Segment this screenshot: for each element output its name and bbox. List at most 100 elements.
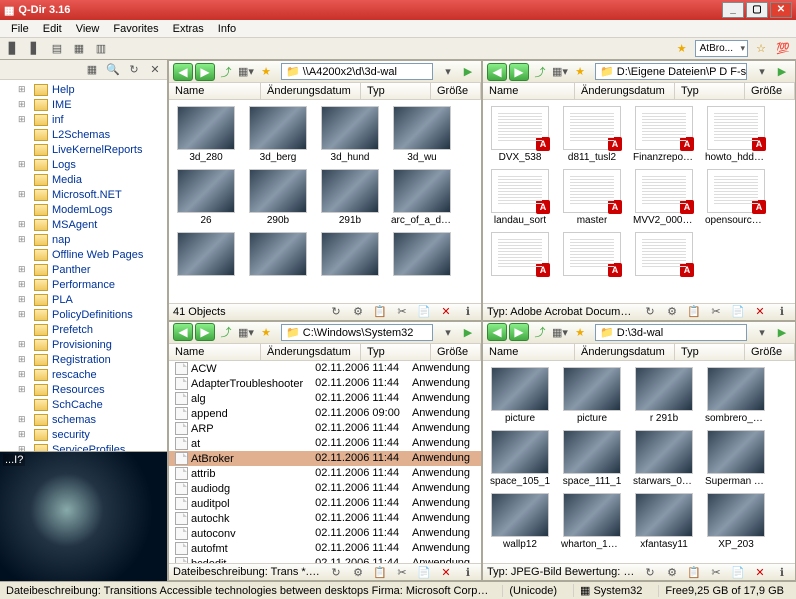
view-icon[interactable]: ▦▾ (237, 63, 255, 81)
file-row[interactable]: autochk02.11.2006 11:44Anwendung625 KB (169, 511, 481, 526)
thumb-item[interactable]: DVX_538 (489, 106, 551, 163)
tree-item[interactable]: Media (8, 172, 167, 187)
pane-body[interactable]: ACW02.11.2006 11:44Anwendung80 KBAdapter… (169, 361, 481, 564)
pane-body[interactable]: picturepicturer 291bsombrero_hst_bigspac… (483, 361, 795, 564)
nav-forward-icon[interactable]: ▶ (509, 323, 529, 341)
thumb-item[interactable]: XP_203 (705, 493, 767, 550)
refresh-icon[interactable]: ↻ (327, 303, 345, 320)
tree-item[interactable]: schemas (8, 412, 167, 427)
view-icon[interactable]: ▦▾ (237, 323, 255, 341)
col-size[interactable]: Größe (745, 344, 795, 360)
thumb-item[interactable]: 3d_berg (247, 106, 309, 163)
file-row[interactable]: append02.11.2006 09:00Anwendung13 KB (169, 406, 481, 421)
tree-item[interactable]: IME (8, 97, 167, 112)
nav-back-icon[interactable]: ◀ (173, 323, 193, 341)
thumb-item[interactable]: wallp12 (489, 493, 551, 550)
thumb-item[interactable]: r 291b (633, 367, 695, 424)
tree-item[interactable]: MSAgent (8, 217, 167, 232)
copy-icon[interactable]: 📋 (371, 563, 389, 580)
opts-icon[interactable]: ⚙ (663, 563, 681, 580)
layout-4-icon[interactable]: ▦ (70, 40, 88, 58)
paste-icon[interactable]: 📄 (729, 303, 747, 320)
col-size[interactable]: Größe (745, 83, 795, 99)
col-name[interactable]: Name (483, 83, 575, 99)
menu-extras[interactable]: Extras (166, 23, 211, 35)
go-icon[interactable]: ▶ (459, 323, 477, 341)
cut-icon[interactable]: ✂ (707, 563, 725, 580)
thumb-item[interactable]: picture (561, 367, 623, 424)
delete-icon[interactable]: ✕ (437, 563, 455, 580)
file-row[interactable]: AdapterTroubleshooter02.11.2006 11:44Anw… (169, 376, 481, 391)
close-button[interactable]: ✕ (770, 2, 792, 18)
tree-find-icon[interactable]: 🔍 (104, 61, 122, 79)
nav-back-icon[interactable]: ◀ (487, 323, 507, 341)
tree-item[interactable]: ServiceProfiles (8, 442, 167, 451)
address-bar[interactable]: 📁 D:\3d-wal (595, 324, 747, 341)
go-icon[interactable]: ▶ (459, 63, 477, 81)
tree-item[interactable]: SchCache (8, 397, 167, 412)
dropdown-icon[interactable]: ▾ (753, 323, 771, 341)
thumb-item[interactable]: starwars_027_1024 (633, 430, 695, 487)
minimize-button[interactable]: _ (722, 2, 744, 18)
paste-icon[interactable]: 📄 (729, 563, 747, 580)
col-date[interactable]: Änderungsdatum (575, 83, 675, 99)
tree-item[interactable]: Provisioning (8, 337, 167, 352)
copy-icon[interactable]: 📋 (685, 563, 703, 580)
nav-forward-icon[interactable]: ▶ (195, 323, 215, 341)
view-icon[interactable]: ▦▾ (551, 323, 569, 341)
pane-body[interactable]: DVX_538d811_tusl2Finanzreport_Nr1...howt… (483, 100, 795, 303)
opts-icon[interactable]: ⚙ (663, 303, 681, 320)
star-icon[interactable]: ★ (673, 40, 691, 58)
menu-favorites[interactable]: Favorites (106, 23, 165, 35)
file-row[interactable]: audiodg02.11.2006 11:44Anwendung86 KB (169, 481, 481, 496)
layout-1-icon[interactable]: ▊ (4, 40, 22, 58)
thumb-item[interactable]: 3d_hund (319, 106, 381, 163)
dropdown-icon[interactable]: ▾ (439, 323, 457, 341)
delete-icon[interactable]: ✕ (437, 303, 455, 320)
thumb-item[interactable]: howto_hdd_dma... (705, 106, 767, 163)
tree-item[interactable]: Registration (8, 352, 167, 367)
tree-item[interactable]: Offline Web Pages (8, 247, 167, 262)
opts-icon[interactable]: ⚙ (349, 303, 367, 320)
thumb-item[interactable] (247, 232, 309, 278)
thumb-item[interactable]: 26 (175, 169, 237, 226)
tree-item[interactable]: security (8, 427, 167, 442)
file-row[interactable]: ARP02.11.2006 11:44Anwendung20 KB (169, 421, 481, 436)
thumb-item[interactable]: picture (489, 367, 551, 424)
thumb-item[interactable] (561, 232, 623, 278)
nav-up-icon[interactable]: ⤴ (531, 63, 549, 81)
paste-icon[interactable]: 📄 (415, 303, 433, 320)
layout-5-icon[interactable]: ▥ (92, 40, 110, 58)
thumb-item[interactable]: arc_of_a_diver (391, 169, 453, 226)
dropdown-icon[interactable]: ▾ (439, 63, 457, 81)
prop-icon[interactable]: ℹ (773, 303, 791, 320)
file-row[interactable]: autofmt02.11.2006 11:44Anwendung608 KB (169, 541, 481, 556)
copy-icon[interactable]: 📋 (685, 303, 703, 320)
tree-item[interactable]: Panther (8, 262, 167, 277)
nav-up-icon[interactable]: ⤴ (217, 63, 235, 81)
star-icon[interactable]: ★ (571, 323, 589, 341)
thumb-item[interactable]: space_111_1 (561, 430, 623, 487)
tree-refresh-icon[interactable]: ↻ (125, 61, 143, 79)
tree-item[interactable]: Prefetch (8, 322, 167, 337)
cut-icon[interactable]: ✂ (707, 303, 725, 320)
tree-item[interactable]: Resources (8, 382, 167, 397)
pane-body[interactable]: 3d_2803d_berg3d_hund3d_wu26290b291barc_o… (169, 100, 481, 303)
col-size[interactable]: Größe (431, 344, 481, 360)
col-date[interactable]: Änderungsdatum (575, 344, 675, 360)
thumb-item[interactable]: landau_sort (489, 169, 551, 226)
delete-icon[interactable]: ✕ (751, 303, 769, 320)
refresh-icon[interactable]: ↻ (641, 303, 659, 320)
nav-back-icon[interactable]: ◀ (487, 63, 507, 81)
layout-3-icon[interactable]: ▤ (48, 40, 66, 58)
tree-item[interactable]: Performance (8, 277, 167, 292)
nav-back-icon[interactable]: ◀ (173, 63, 193, 81)
go-icon[interactable]: ▶ (773, 63, 791, 81)
thumb-item[interactable]: Superman Original (705, 430, 767, 487)
menu-file[interactable]: File (4, 23, 36, 35)
thumb-item[interactable]: Finanzreport_Nr1... (633, 106, 695, 163)
thumb-item[interactable]: d811_tusl2 (561, 106, 623, 163)
col-date[interactable]: Änderungsdatum (261, 344, 361, 360)
tree-item[interactable]: Help (8, 82, 167, 97)
column-header[interactable]: NameÄnderungsdatumTypGröße (483, 344, 795, 361)
